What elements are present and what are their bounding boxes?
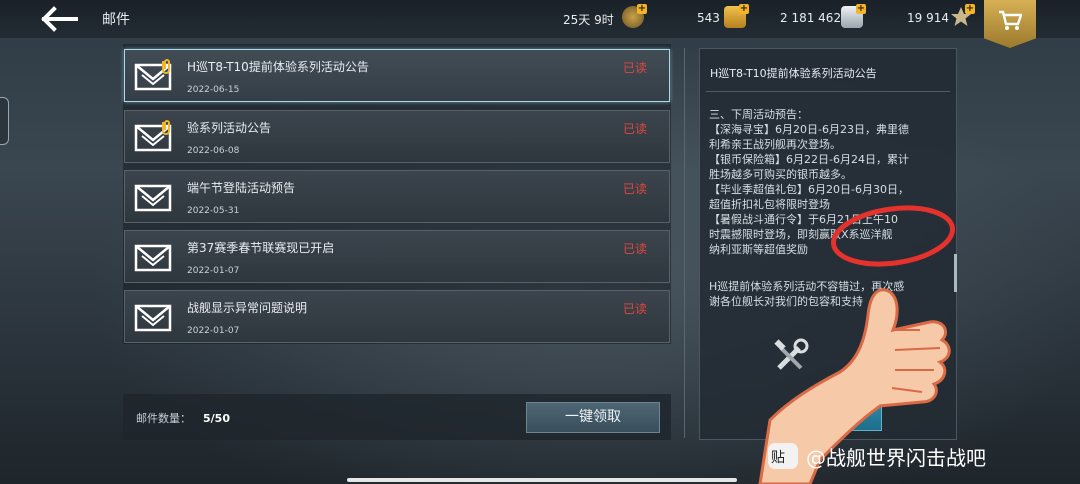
annotation-overlay [758,205,956,484]
tieba-logo-icon: 贴 [768,443,798,469]
watermark-text: @战舰世界闪击战吧 [806,445,986,470]
watermark: 贴 @战舰世界闪击战吧 [768,440,986,472]
red-circle-annotation [830,205,956,267]
home-indicator[interactable] [347,478,737,482]
